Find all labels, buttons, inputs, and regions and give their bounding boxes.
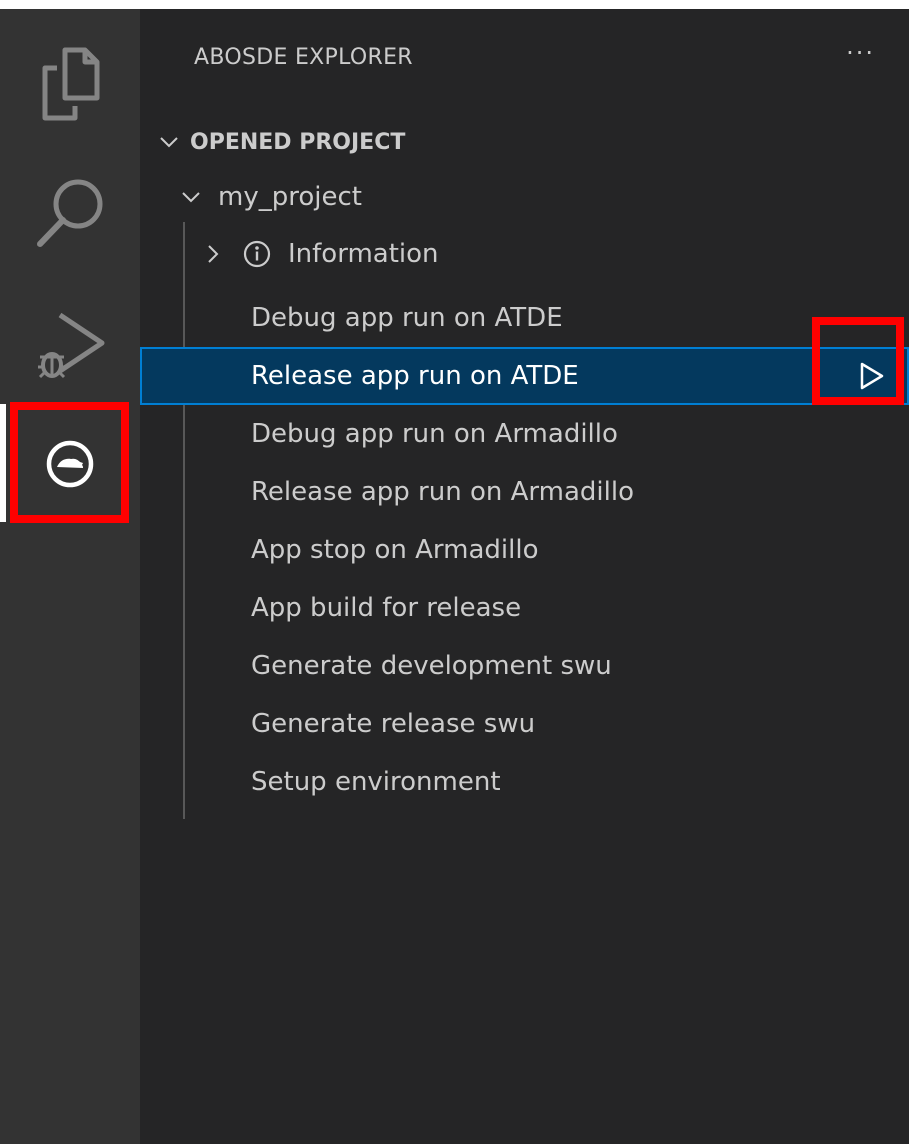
search-icon — [37, 179, 103, 247]
tree-item-information[interactable]: Information — [140, 229, 439, 279]
chevron-right-icon — [208, 245, 219, 263]
chevron-down-icon — [160, 137, 178, 148]
task-label: Debug app run on ATDE — [251, 303, 563, 333]
play-icon — [860, 362, 884, 390]
task-item-app-stop[interactable]: App stop on Armadillo — [140, 521, 909, 579]
activity-bar — [0, 9, 140, 1144]
task-label: Generate release swu — [251, 709, 536, 739]
search-activity-button[interactable] — [0, 159, 140, 269]
task-item-debug-armadillo[interactable]: Debug app run on Armadillo — [140, 405, 909, 463]
project-name: my_project — [218, 182, 362, 212]
abos-extension-icon — [46, 440, 94, 488]
task-label: App build for release — [251, 593, 522, 623]
task-item-release-atde[interactable]: Release app run on ATDE — [140, 347, 909, 405]
info-icon — [243, 240, 271, 268]
chevron-down-icon — [182, 192, 200, 203]
abosde-explorer-sidebar: ABOSDE EXPLORER ··· OPENED PROJECT my_pr… — [140, 9, 909, 1144]
run-task-button[interactable] — [851, 356, 891, 396]
task-item-generate-dev-swu[interactable]: Generate development swu — [140, 637, 909, 695]
task-item-generate-release-swu[interactable]: Generate release swu — [140, 695, 909, 753]
task-label: Setup environment — [251, 767, 501, 797]
task-label: Debug app run on Armadillo — [251, 419, 618, 449]
information-label: Information — [288, 239, 439, 269]
task-label: App stop on Armadillo — [251, 535, 539, 565]
abos-activity-button[interactable] — [0, 404, 140, 524]
task-label: Release app run on ATDE — [251, 361, 579, 391]
sidebar-title: ABOSDE EXPLORER — [194, 45, 413, 70]
explorer-activity-button[interactable] — [0, 29, 140, 139]
section-title: OPENED PROJECT — [190, 129, 406, 155]
tree-item-project[interactable]: my_project — [140, 172, 362, 222]
run-debug-icon — [38, 312, 105, 379]
run-debug-activity-button[interactable] — [0, 294, 140, 404]
task-item-setup-environment[interactable]: Setup environment — [140, 753, 909, 811]
section-opened-project[interactable]: OPENED PROJECT — [140, 117, 405, 167]
more-actions-button[interactable]: ··· — [846, 39, 875, 67]
task-item-debug-atde[interactable]: Debug app run on ATDE — [140, 289, 909, 347]
task-label: Release app run on Armadillo — [251, 477, 634, 507]
vscode-window: ABOSDE EXPLORER ··· OPENED PROJECT my_pr… — [0, 9, 909, 1144]
task-list: Debug app run on ATDE Release app run on… — [140, 289, 909, 811]
task-item-release-armadillo[interactable]: Release app run on Armadillo — [140, 463, 909, 521]
task-item-app-build[interactable]: App build for release — [140, 579, 909, 637]
task-label: Generate development swu — [251, 651, 612, 681]
files-icon — [42, 47, 100, 121]
